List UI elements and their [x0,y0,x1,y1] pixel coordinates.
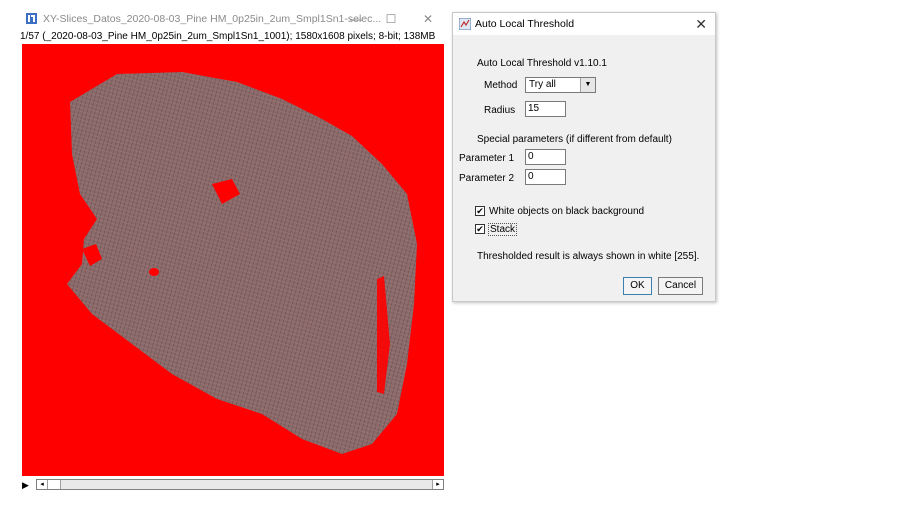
white-objects-checkbox[interactable]: ✔ [475,206,485,216]
stack-slider-row: ▶ ◂ ▸ [22,478,444,492]
special-parameters-heading: Special parameters (if different from de… [477,134,672,145]
method-label: Method [484,80,518,91]
radius-field[interactable]: 15 [525,101,566,117]
scroll-left-arrow-icon[interactable]: ◂ [37,480,48,489]
play-icon[interactable]: ▶ [22,480,29,491]
imagej-app-icon [26,13,37,24]
image-window: XY-Slices_Datos_2020-08-03_Pine HM_0p25i… [18,8,448,493]
close-button[interactable]: ✕ [413,10,443,28]
dialog-header: Auto Local Threshold v1.10.1 [477,58,607,69]
image-info-line: 1/57 (_2020-08-03_Pine HM_0p25in_2um_Smp… [20,31,436,42]
method-select[interactable]: Try all ▼ [525,77,596,93]
dialog-titlebar[interactable]: Auto Local Threshold ✕ [453,13,715,35]
parameter-2-label: Parameter 2 [459,173,515,184]
maximize-button[interactable]: ☐ [376,10,406,28]
image-canvas[interactable] [22,44,444,476]
stack-checkbox[interactable]: ✔ [475,224,485,234]
parameter-1-label: Parameter 1 [459,153,515,164]
dialog-close-button[interactable]: ✕ [695,16,707,33]
auto-local-threshold-dialog: Auto Local Threshold ✕ Auto Local Thresh… [452,12,716,302]
parameter-1-field[interactable]: 0 [525,149,566,165]
ok-button[interactable]: OK [623,277,652,295]
white-objects-label: White objects on black background [489,206,645,217]
scrollbar-thumb[interactable] [48,480,61,489]
minimize-button[interactable]: — [341,10,371,28]
method-select-value: Try all [529,79,556,90]
threshold-note: Thresholded result is always shown in wh… [477,251,700,262]
image-window-title: XY-Slices_Datos_2020-08-03_Pine HM_0p25i… [43,13,382,25]
image-window-titlebar[interactable]: XY-Slices_Datos_2020-08-03_Pine HM_0p25i… [18,8,448,30]
dialog-app-icon [459,18,471,30]
slice-scrollbar[interactable]: ◂ ▸ [36,479,444,490]
scroll-right-arrow-icon[interactable]: ▸ [432,480,443,489]
chevron-down-icon[interactable]: ▼ [580,78,595,92]
cancel-button[interactable]: Cancel [658,277,703,295]
thresholded-sample-image [67,72,417,454]
parameter-2-field[interactable]: 0 [525,169,566,185]
stack-label: Stack [488,223,518,236]
radius-label: Radius [484,105,516,116]
dialog-title: Auto Local Threshold [475,18,575,30]
